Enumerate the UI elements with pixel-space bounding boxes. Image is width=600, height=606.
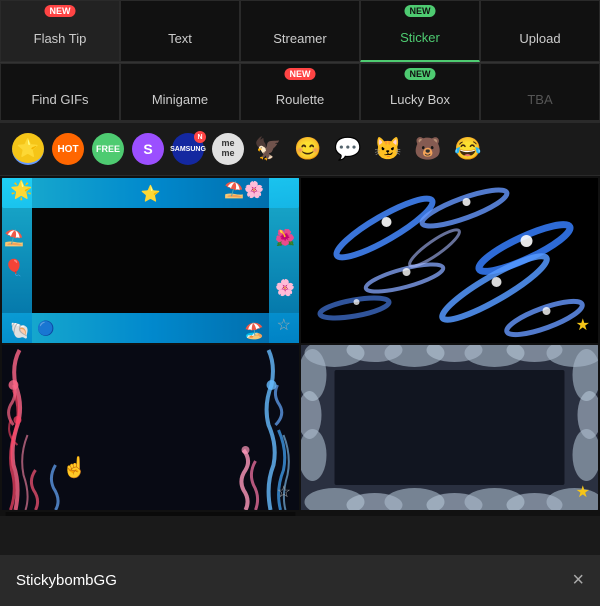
nav-lucky-box[interactable]: NEW Lucky Box (360, 63, 480, 121)
sticker-partial-left[interactable] (2, 512, 299, 516)
find-gifs-label: Find GIFs (31, 92, 88, 107)
sticker-blue-streaks[interactable]: ★ (301, 178, 598, 343)
flash-tip-label: Flash Tip (34, 31, 87, 46)
tba-label: TBA (527, 92, 552, 107)
partial-svg-left (2, 512, 299, 516)
nav-row-1: NEW Flash Tip Text Streamer NEW Sticker … (0, 0, 600, 63)
minigame-label: Minigame (152, 92, 208, 107)
nav-roulette[interactable]: NEW Roulette (240, 63, 360, 121)
filter-owl[interactable]: 🦅 (252, 133, 284, 165)
blue-streaks-svg (301, 178, 598, 343)
filter-meme[interactable]: meme (212, 133, 244, 165)
sticker-cloud-star[interactable]: ★ (576, 482, 590, 502)
cloud-svg (301, 345, 598, 510)
username-label: StickybombGG (16, 572, 117, 589)
sticker-streaks-star[interactable]: ★ (576, 315, 590, 335)
coral-svg (2, 345, 299, 510)
nav-upload[interactable]: Upload (480, 0, 600, 62)
cursor-pointer-icon: ☝ (62, 455, 87, 480)
partial-svg-right (301, 512, 598, 516)
sticker-partial-right[interactable] (301, 512, 598, 516)
nav-sticker[interactable]: NEW Sticker (360, 0, 480, 62)
bottom-bar: StickybombGG × (0, 555, 600, 606)
filter-star[interactable]: ⭐ (12, 133, 44, 165)
sticker-beach-star[interactable]: ☆ (277, 315, 291, 335)
samsung-n-badge: N (194, 131, 206, 143)
lucky-box-badge: NEW (405, 68, 436, 80)
nav-row-2: Find GIFs Minigame NEW Roulette NEW Luck… (0, 63, 600, 123)
close-button[interactable]: × (572, 569, 584, 592)
sticker-coral-star[interactable]: ☆ (277, 482, 291, 502)
filter-row: ⭐ HOT FREE S SAMSUNG N meme 🦅 😊 💬 😼 🐻 😂 (0, 123, 600, 176)
streamer-label: Streamer (273, 31, 326, 46)
text-label: Text (168, 31, 192, 46)
filter-free[interactable]: FREE (92, 133, 124, 165)
nav-tba: TBA (480, 63, 600, 121)
sticker-badge: NEW (405, 5, 436, 17)
lucky-box-label: Lucky Box (390, 92, 450, 107)
filter-smile[interactable]: 😊 (292, 133, 324, 165)
filter-speech[interactable]: 💬 (332, 133, 364, 165)
nav-flash-tip[interactable]: NEW Flash Tip (0, 0, 120, 62)
nav-minigame[interactable]: Minigame (120, 63, 240, 121)
filter-samsung[interactable]: SAMSUNG N (172, 133, 204, 165)
sticker-beach-frame[interactable]: 🌟 🌸 ⛱️ 🐚 🏖️ ⛱️ 🎈 🌺 🌸 ⭐ 🔵 ☆ (2, 178, 299, 343)
nav-find-gifs[interactable]: Find GIFs (0, 63, 120, 121)
filter-laugh[interactable]: 😂 (452, 133, 484, 165)
sticker-label: Sticker (400, 30, 440, 45)
filter-cat[interactable]: 😼 (372, 133, 404, 165)
nav-text[interactable]: Text (120, 0, 240, 62)
upload-label: Upload (519, 31, 560, 46)
nav-streamer[interactable]: Streamer (240, 0, 360, 62)
roulette-badge: NEW (285, 68, 316, 80)
sticker-grid: 🌟 🌸 ⛱️ 🐚 🏖️ ⛱️ 🎈 🌺 🌸 ⭐ 🔵 ☆ (0, 176, 600, 516)
sticker-coral-frame[interactable]: ☝ ☆ (2, 345, 299, 510)
flash-tip-badge: NEW (45, 5, 76, 17)
roulette-label: Roulette (276, 92, 324, 107)
filter-streamlabs[interactable]: S (132, 133, 164, 165)
sticker-cloud-frame[interactable]: ★ (301, 345, 598, 510)
filter-hot[interactable]: HOT (52, 133, 84, 165)
filter-animal[interactable]: 🐻 (412, 133, 444, 165)
